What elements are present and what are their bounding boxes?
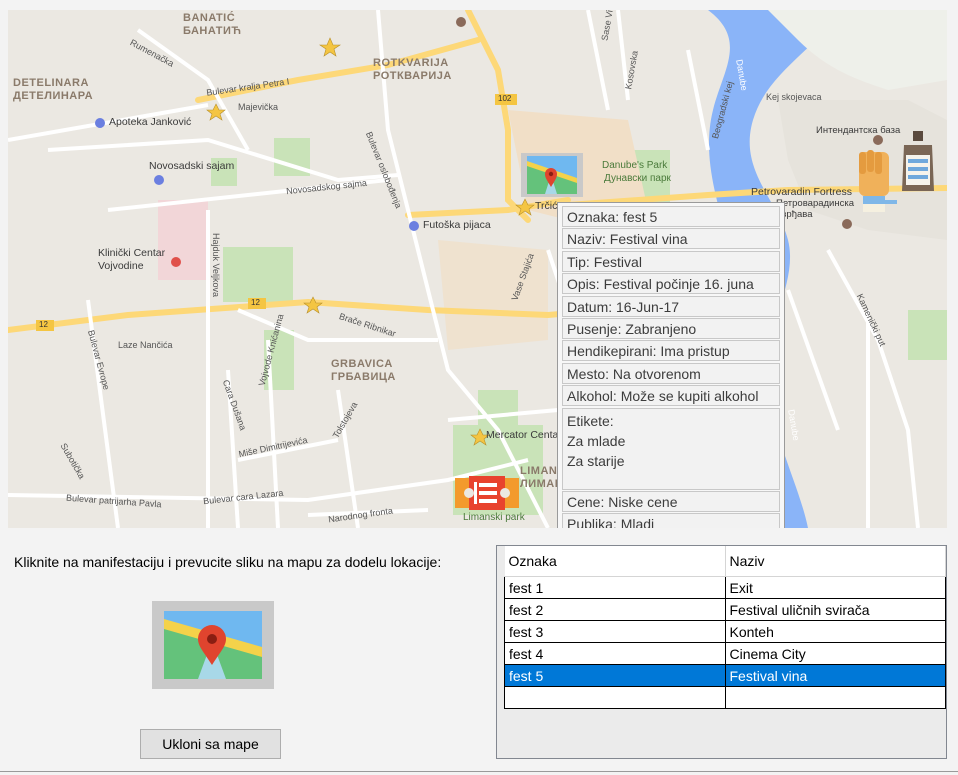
- hand-sign-icon[interactable]: [853, 144, 903, 214]
- tooltip-pusenje: Pusenje: Zabranjeno: [562, 317, 780, 339]
- table-header-row: Oznaka Naziv: [504, 546, 946, 577]
- instruction-text: Kliknite na manifestaciju i prevucite sl…: [14, 554, 442, 570]
- festival-ticket-icon[interactable]: [455, 474, 519, 512]
- tooltip-etiketa: Za mlade: [567, 432, 626, 449]
- cell-oznaka[interactable]: fest 1: [504, 576, 726, 599]
- table-row[interactable]: fest 1 Exit: [504, 576, 946, 599]
- tooltip-oznaka: Oznaka: fest 5: [562, 206, 780, 227]
- tooltip-opis: Opis: Festival počinje 16. juna: [562, 273, 780, 295]
- festival-table[interactable]: Oznaka Naziv fest 1 Exit fest 2 Festival…: [496, 545, 947, 759]
- tooltip-etiketa: Za starije: [567, 452, 625, 469]
- tooltip-cene: Cene: Niske cene: [562, 490, 780, 512]
- map-view[interactable]: BANATIĆ БАНАТИЋ ROTKVARIJA РОТКВАРИЈА DETE…: [8, 10, 947, 528]
- bottle-icon[interactable]: [898, 131, 938, 193]
- column-header-naziv[interactable]: Naziv: [725, 546, 946, 577]
- tooltip-alkohol: Alkohol: Može se kupiti alkohol: [562, 385, 780, 407]
- draggable-map-pin-icon[interactable]: [152, 601, 274, 689]
- cell-naziv[interactable]: [724, 686, 946, 709]
- column-header-oznaka[interactable]: Oznaka: [504, 546, 726, 577]
- tooltip-etikete: Etikete: Za mlade Za starije: [562, 407, 780, 490]
- festival-details-tooltip: Oznaka: fest 5 Naziv: Festival vina Tip:…: [557, 202, 785, 528]
- cell-oznaka[interactable]: fest 4: [504, 642, 726, 665]
- cell-naziv[interactable]: Exit: [724, 576, 946, 599]
- tooltip-datum: Datum: 16-Jun-17: [562, 295, 780, 317]
- cell-oznaka[interactable]: fest 5: [504, 664, 726, 687]
- cell-oznaka[interactable]: fest 2: [504, 598, 726, 621]
- table-row-selected[interactable]: fest 5 Festival vina: [504, 664, 946, 687]
- map-pin-icon[interactable]: [521, 153, 583, 197]
- cell-naziv[interactable]: Cinema City: [724, 642, 946, 665]
- cell-oznaka[interactable]: fest 3: [504, 620, 726, 643]
- tooltip-mesto: Mesto: Na otvorenom: [562, 362, 780, 384]
- remove-from-map-button[interactable]: Ukloni sa mape: [140, 729, 281, 759]
- window-bottom-border: [0, 771, 958, 772]
- cell-naziv[interactable]: Festival uličnih svirača: [724, 598, 946, 621]
- tooltip-publika: Publika: Mladi: [562, 513, 780, 528]
- table-row[interactable]: fest 3 Konteh: [504, 620, 946, 643]
- table-row[interactable]: fest 2 Festival uličnih svirača: [504, 598, 946, 621]
- table-row[interactable]: fest 4 Cinema City: [504, 642, 946, 665]
- cell-oznaka[interactable]: [504, 686, 726, 709]
- map-canvas: [8, 10, 947, 528]
- table-new-row[interactable]: [504, 686, 946, 709]
- tooltip-hendikepirani: Hendikepirani: Ima pristup: [562, 340, 780, 362]
- cell-naziv[interactable]: Festival vina: [724, 664, 946, 687]
- tooltip-tip: Tip: Festival: [562, 250, 780, 272]
- tooltip-etikete-label: Etikete:: [567, 412, 614, 429]
- cell-naziv[interactable]: Konteh: [724, 620, 946, 643]
- tooltip-naziv: Naziv: Festival vina: [562, 228, 780, 250]
